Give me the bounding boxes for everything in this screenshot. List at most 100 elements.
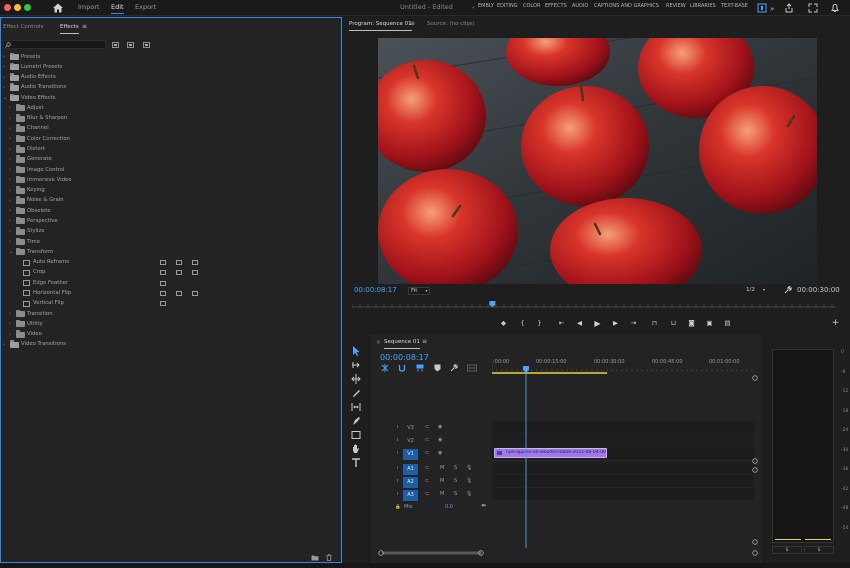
tree-item[interactable]: › Perspective <box>1 216 339 226</box>
camera-icon[interactable]: ◙ <box>687 319 696 328</box>
nest-icon[interactable] <box>381 364 389 372</box>
chevron-right-icon[interactable]: › <box>9 229 11 235</box>
step-back-button[interactable]: ◀ <box>575 319 584 328</box>
tree-item[interactable]: Vertical Flip <box>1 299 339 309</box>
eye-icon[interactable]: ◉ <box>438 437 445 443</box>
tree-item[interactable]: › Audio Transitions <box>1 83 339 93</box>
type-tool-icon[interactable] <box>350 457 362 469</box>
program-menu-icon[interactable]: ≡ <box>410 20 415 27</box>
tree-item[interactable]: › Blur & Sharpen <box>1 114 339 124</box>
new-bin-icon[interactable] <box>311 554 319 561</box>
workspace-assembly[interactable]: EMBLY <box>478 3 494 9</box>
timeline-settings-wrench-icon[interactable] <box>450 364 458 372</box>
tab-effects[interactable]: Effects <box>60 24 79 34</box>
razor-tool-icon[interactable] <box>350 387 362 399</box>
step-forward-button[interactable]: ▶ <box>611 319 620 328</box>
tree-item[interactable]: › Obsolete <box>1 206 339 216</box>
track-lane-a2[interactable] <box>492 475 754 487</box>
notifications-icon[interactable] <box>830 3 840 13</box>
track-lane-a1[interactable] <box>492 462 754 474</box>
mark-out-button[interactable]: } <box>535 319 544 328</box>
tree-item[interactable]: › Stylize <box>1 227 339 237</box>
tree-item[interactable]: › Keying <box>1 186 339 196</box>
maximize-window-button[interactable] <box>24 4 31 11</box>
chevron-right-icon[interactable]: › <box>9 167 11 173</box>
track-select-tool-icon[interactable] <box>350 359 362 371</box>
solo-icon[interactable]: S <box>454 478 461 484</box>
track-lane-a3[interactable] <box>492 488 754 500</box>
tree-item[interactable]: › Video Transitions <box>1 340 339 350</box>
track-target-a1[interactable]: A1 <box>403 464 418 475</box>
32bit-filter-icon[interactable] <box>127 42 134 48</box>
hand-tool-icon[interactable] <box>350 443 362 455</box>
add-marker-button[interactable]: ◆ <box>499 319 508 328</box>
track-target-v1[interactable]: V1 <box>403 449 418 460</box>
tree-item[interactable]: › Distort <box>1 145 339 155</box>
workspace-effects[interactable]: EFFECTS <box>545 3 567 9</box>
slip-tool-icon[interactable] <box>350 401 362 413</box>
close-window-button[interactable] <box>4 4 11 11</box>
tree-item[interactable]: › Video <box>1 330 339 340</box>
chevron-right-icon[interactable]: › <box>3 54 5 60</box>
track-target-a3[interactable]: A3 <box>403 490 418 501</box>
workspace-libraries[interactable]: LIBRARIES <box>690 3 716 9</box>
chevron-right-icon[interactable]: › <box>9 116 11 122</box>
timeline-timecode[interactable]: 00:00:08:17 <box>380 353 429 362</box>
tree-item[interactable]: › Adjust <box>1 103 339 113</box>
sync-lock-icon[interactable]: ⊂ <box>425 424 432 430</box>
chevron-right-icon[interactable]: › <box>9 188 11 194</box>
add-marker-icon[interactable] <box>434 364 441 372</box>
nav-edit[interactable]: Edit <box>111 3 124 14</box>
yuv-filter-icon[interactable] <box>143 42 150 48</box>
track-target-v2[interactable]: V2 <box>403 436 418 447</box>
sync-lock-icon[interactable]: ⊂ <box>425 491 432 497</box>
search-input[interactable] <box>12 41 104 48</box>
tree-item[interactable]: ⌄ Transform <box>1 247 339 257</box>
sync-lock-icon[interactable]: ⊂ <box>425 465 432 471</box>
tree-item[interactable]: › Utility <box>1 319 339 329</box>
tree-item[interactable]: › Channel <box>1 124 339 134</box>
chevron-right-icon[interactable]: › <box>9 239 11 245</box>
chevron-right-icon[interactable]: › <box>9 311 11 317</box>
microphone-icon[interactable]: 🎙 <box>466 491 473 497</box>
tab-sequence[interactable]: Sequence 01 <box>384 339 420 349</box>
tree-item[interactable]: › Audio Effects <box>1 73 339 83</box>
minimize-window-button[interactable] <box>14 4 21 11</box>
close-tab-icon[interactable]: × <box>376 339 381 346</box>
tree-item[interactable]: › Generate <box>1 155 339 165</box>
chevron-right-icon[interactable]: › <box>3 342 5 348</box>
tree-item[interactable]: › Color Correction <box>1 134 339 144</box>
sync-lock-icon[interactable]: ⊂ <box>425 478 432 484</box>
chevron-right-icon[interactable]: › <box>9 208 11 214</box>
mix-value[interactable]: 0.0 <box>445 504 453 510</box>
workspace-menu-icon[interactable] <box>757 3 767 13</box>
mix-lock-icon[interactable]: 🔒 <box>395 505 401 510</box>
ripple-edit-tool-icon[interactable] <box>350 373 362 385</box>
mark-in-button[interactable]: { <box>518 319 527 328</box>
solo-right-button[interactable]: S <box>804 546 834 554</box>
track-target-v3[interactable]: V3 <box>403 423 418 434</box>
play-button[interactable]: ▶ <box>593 319 602 328</box>
chevron-right-icon[interactable]: › <box>3 64 5 70</box>
fit-dropdown[interactable]: Fit ▾ <box>408 287 431 295</box>
chevron-down-icon[interactable]: ⌄ <box>9 249 13 255</box>
track-lane-v2[interactable] <box>492 434 754 446</box>
workspace-text-based[interactable]: TEXT-BASE <box>721 3 748 9</box>
captions-icon[interactable] <box>467 364 477 372</box>
fullscreen-icon[interactable] <box>808 3 818 13</box>
solo-left-button[interactable]: S <box>772 546 802 554</box>
chevron-right-icon[interactable]: › <box>9 136 11 142</box>
microphone-icon[interactable]: 🎙 <box>466 478 473 484</box>
tree-item[interactable]: › Transition <box>1 309 339 319</box>
mix-expand-icon[interactable]: ⇹ <box>481 502 486 509</box>
chevron-right-icon[interactable]: › <box>9 105 11 111</box>
tree-item[interactable]: › Noise & Grain <box>1 196 339 206</box>
eye-icon[interactable]: ◉ <box>438 424 445 430</box>
track-lane-v3[interactable] <box>492 421 754 433</box>
effects-search-field[interactable] <box>3 40 106 49</box>
mute-icon[interactable]: M <box>440 478 447 484</box>
eye-icon[interactable]: ◉ <box>438 450 445 456</box>
workspace-editing[interactable]: EDITING <box>497 3 518 9</box>
tab-program-sequence[interactable]: Program: Sequence 01 <box>349 21 412 31</box>
tree-item[interactable]: Edge Feather <box>1 278 339 288</box>
